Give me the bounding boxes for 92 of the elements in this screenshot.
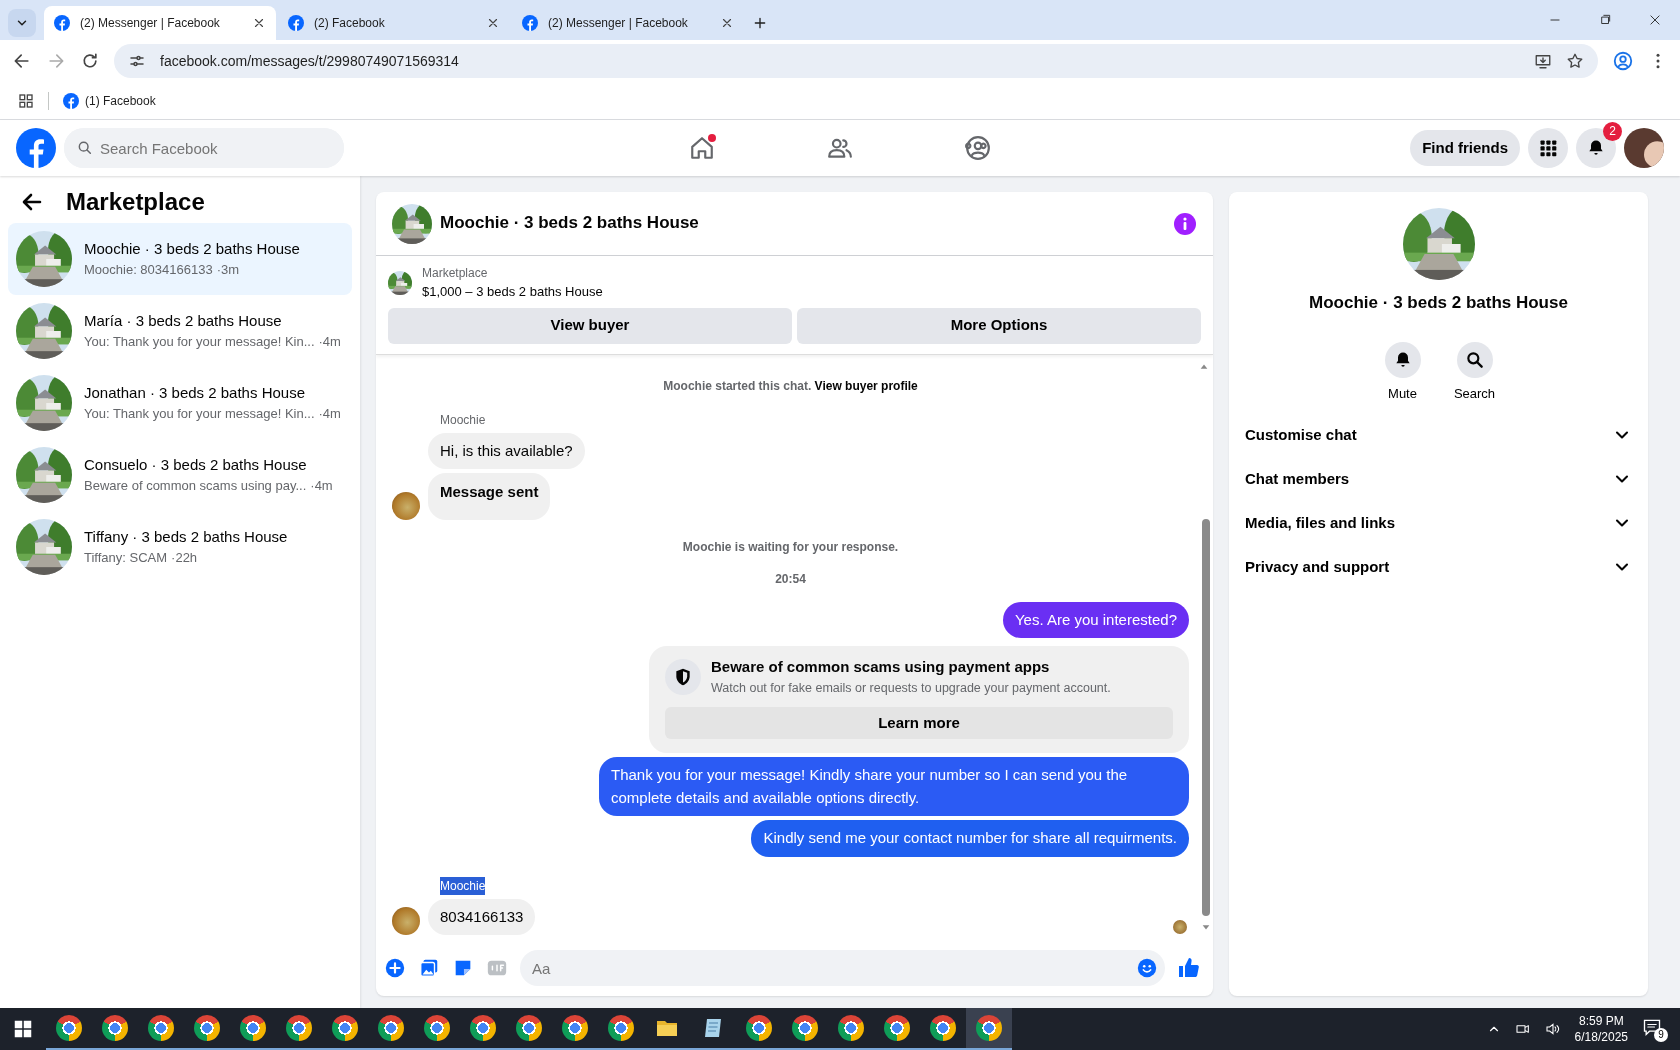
add-icon[interactable] [384, 957, 406, 979]
speaker-icon[interactable] [1544, 1021, 1561, 1037]
conversation-name: Jonathan · 3 beds 2 baths House [84, 382, 306, 403]
system-message: Moochie started this chat. View buyer profile [662, 377, 919, 395]
notifications-button[interactable] [1576, 128, 1616, 168]
conversation-name: Moochie · 3 beds 2 baths House [84, 238, 300, 259]
timestamp: 20:54 [774, 570, 807, 588]
message-preview: Beware of common scams using pay... [84, 477, 307, 496]
facebook-favicon-icon [522, 15, 538, 31]
conversation-name: María · 3 beds 2 baths House [84, 310, 283, 331]
sender-name: Moochie [440, 411, 486, 429]
close-icon [720, 16, 734, 30]
section-header[interactable]: Chat members [1245, 457, 1632, 501]
action-button[interactable]: View buyer [388, 307, 792, 344]
listing-source: Marketplace [422, 265, 489, 282]
profile-avatar[interactable] [1624, 128, 1664, 168]
section-header[interactable]: Customise chat [1245, 413, 1632, 457]
windows-logo[interactable] [14, 1020, 32, 1038]
info-icon[interactable] [1173, 211, 1197, 236]
system-message: Moochie is waiting for your response. [681, 538, 900, 556]
facebook-logo[interactable] [16, 128, 56, 168]
conversation-item[interactable]: Tiffany · 3 beds 2 baths House Tiffany: SCAM ·22h [8, 510, 352, 583]
install-icon[interactable] [1534, 52, 1552, 70]
facebook-favicon-icon [288, 15, 304, 31]
conversation-name: Tiffany · 3 beds 2 baths House [84, 526, 288, 547]
notification-center-button[interactable]: 9 [1642, 1016, 1668, 1042]
notification-badge: 2 [1603, 122, 1622, 141]
message-bubble: Thank you for your message! Kindly share your number so I can send you the complete details and available options directly. [599, 757, 1189, 817]
plus-icon [752, 15, 768, 31]
home-icon[interactable] [689, 135, 715, 161]
menu-button[interactable] [1528, 128, 1568, 168]
search-icon [1464, 349, 1485, 370]
message-bubble: Hi, is this available? [428, 432, 585, 469]
message-preview: You: Thank you for your message! Kin... [84, 405, 315, 424]
message-preview: Tiffany: SCAM [84, 549, 168, 568]
conversation-item[interactable]: Moochie · 3 beds 2 baths House Moochie: 8034166133 ·3m [8, 222, 352, 295]
address-bar[interactable]: facebook.com/messages/t/29980749071569314 [114, 44, 1598, 78]
section-header[interactable]: Privacy and support [1245, 545, 1632, 589]
message-bubble: 8034166133 [428, 898, 536, 936]
conversation-name: Consuelo · 3 beds 2 baths House [84, 454, 308, 475]
action-button[interactable]: More Options [797, 307, 1201, 344]
find-friends-button[interactable]: Find friends [1410, 130, 1520, 166]
conversation-item[interactable]: Jonathan · 3 beds 2 baths House You: Thank you for your message! Kin... ·4m [8, 366, 352, 439]
grid-icon [1538, 138, 1558, 158]
message-preview: You: Thank you for your message! Kin... [84, 333, 315, 352]
message-preview: Moochie: 8034166133 [84, 261, 213, 280]
facebook-favicon-icon [54, 15, 70, 31]
reload-icon[interactable] [80, 51, 100, 71]
message-bubble: Yes. Are you interested? [1002, 601, 1189, 638]
url-text: facebook.com/messages/t/29980749071569314 [160, 51, 460, 71]
close-icon[interactable] [1648, 13, 1662, 27]
close-icon [486, 16, 500, 30]
message-time: ·3m [216, 261, 240, 280]
browser-tab[interactable]: (2) Facebook [278, 6, 510, 40]
message-time: ·4m [310, 477, 333, 496]
facebook-favicon-icon [63, 92, 79, 109]
profile-icon[interactable] [1612, 50, 1634, 72]
shield-icon [665, 658, 701, 695]
profile-link[interactable]: View buyer profile [814, 378, 918, 393]
search-icon [77, 140, 93, 156]
clock-date: 6/18/2025 [1574, 1029, 1628, 1045]
chat-title: Moochie · 3 beds 2 baths House [440, 213, 700, 234]
emoji-icon[interactable] [1136, 957, 1158, 979]
restore-icon[interactable] [1598, 13, 1612, 27]
browser-tab[interactable]: (2) Messenger | Facebook [44, 6, 276, 40]
page-title: Marketplace [66, 188, 205, 217]
listing-title: $1,000 – 3 beds 2 baths House [422, 283, 603, 301]
message-bubble: Kindly send me your contact number for share all requirments. [751, 820, 1189, 857]
section-header[interactable]: Media, files and links [1245, 501, 1632, 545]
star-icon[interactable] [1566, 52, 1584, 70]
learn-more-button[interactable]: Learn more [665, 707, 1173, 740]
sender-name: Moochie [440, 876, 486, 895]
message-time: ·22h [171, 549, 198, 568]
browser-tab[interactable]: (2) Messenger | Facebook [512, 6, 744, 40]
warning-text: Watch out for fake emails or requests to upgrade your payment account. [711, 679, 1111, 697]
conversation-item[interactable]: Consuelo · 3 beds 2 baths House Beware of common scams using pay... ·4m [8, 438, 352, 511]
message-field[interactable]: Aa [520, 950, 1165, 986]
message-time: ·4m [318, 333, 341, 352]
groups-icon[interactable] [965, 135, 991, 161]
taskbar-app[interactable] [966, 1008, 1012, 1050]
warning-title: Beware of common scams using payment apps [711, 657, 1051, 677]
close-icon [252, 16, 266, 30]
search-field[interactable]: Search Facebook [64, 128, 344, 168]
photo-icon[interactable] [418, 957, 440, 979]
apps-icon[interactable] [18, 92, 34, 109]
clock-time: 8:59 PM [1577, 1013, 1625, 1029]
message-bubble: Message sent [428, 473, 551, 520]
thumbs-up-icon[interactable] [1177, 956, 1201, 980]
chat-name: Moochie · 3 beds 2 baths House [1309, 292, 1568, 314]
conversation-item[interactable]: María · 3 beds 2 baths House You: Thank you for your message! Kin... ·4m [8, 294, 352, 367]
message-time: ·4m [318, 405, 341, 424]
bookmark[interactable]: (1) Facebook [63, 91, 156, 110]
